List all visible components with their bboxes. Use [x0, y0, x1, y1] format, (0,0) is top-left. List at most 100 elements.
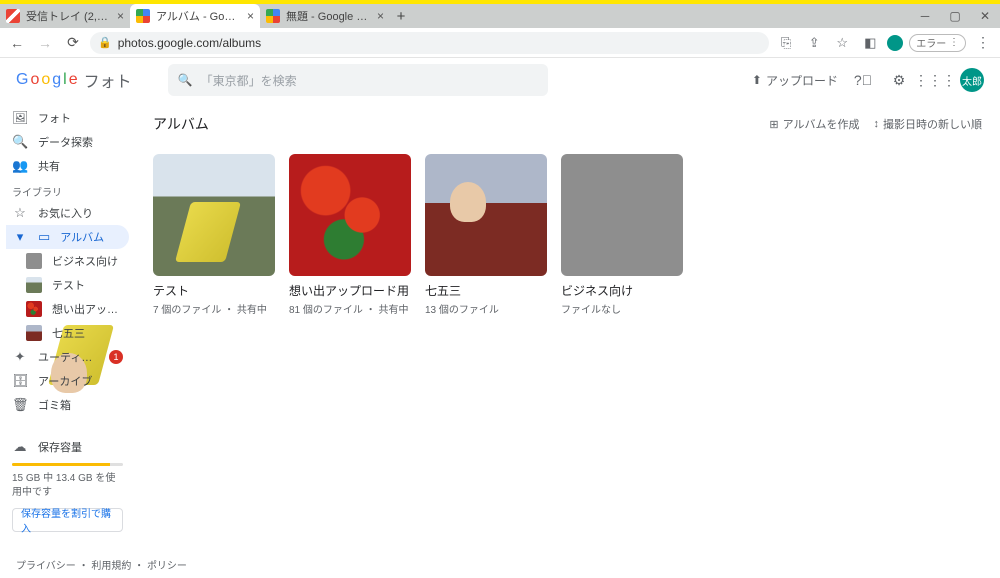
- notification-badge: 1: [109, 350, 123, 364]
- star-icon: ☆: [12, 205, 28, 221]
- main-header: アルバム ⊞ アルバムを作成 ↕ 撮影日時の新しい順: [153, 108, 982, 140]
- google-photos-icon: [266, 9, 280, 23]
- close-icon[interactable]: ×: [377, 9, 384, 23]
- install-icon[interactable]: ⎘: [775, 32, 797, 54]
- browser-menu-button[interactable]: ⋮: [972, 32, 994, 54]
- sidebar-item-sharing[interactable]: 👥 共有: [6, 154, 129, 178]
- browser-tab[interactable]: 無題 - Google フォト ×: [260, 4, 390, 28]
- sidebar-item-archive[interactable]: 🗄 アーカイブ: [6, 369, 129, 393]
- privacy-link[interactable]: プライバシー: [16, 561, 76, 572]
- sort-label: 撮影日時の新しい順: [883, 116, 982, 132]
- new-tab-button[interactable]: +: [390, 8, 412, 25]
- sidebar-item-label: 保存容量: [38, 439, 123, 455]
- album-title: テスト: [153, 282, 275, 299]
- sidebar-item-photos[interactable]: 🖼 フォト: [6, 106, 129, 130]
- policy-link[interactable]: ポリシー: [147, 561, 187, 572]
- album-thumb-icon: [26, 277, 42, 293]
- sidebar-item-label: アルバム: [60, 229, 123, 245]
- cloud-icon: ☁: [12, 439, 28, 455]
- people-icon: 👥: [12, 158, 28, 174]
- maximize-button[interactable]: ▢: [940, 4, 970, 28]
- sidebar-album-child[interactable]: テスト: [6, 273, 129, 297]
- app-header: Google フォト 🔍 「東京都」を検索 ⬆ アップロード ?⃝ ⚙ ⋮⋮⋮ …: [0, 58, 1000, 102]
- search-input[interactable]: 🔍 「東京都」を検索: [168, 64, 548, 96]
- close-icon[interactable]: ×: [247, 9, 254, 23]
- album-card[interactable]: ビジネス向け ファイルなし: [561, 154, 683, 316]
- footer-links: プライバシー ・ 利用規約 ・ ポリシー: [16, 557, 187, 572]
- sidebar-item-label: 共有: [38, 158, 123, 174]
- sidebar-item-label: ゴミ箱: [38, 397, 123, 413]
- google-photos-icon: [136, 9, 150, 23]
- album-title: 七五三: [425, 282, 547, 299]
- trash-icon: 🗑: [12, 397, 28, 413]
- upload-button[interactable]: ⬆ アップロード: [752, 72, 838, 89]
- settings-icon[interactable]: ⚙: [888, 69, 910, 91]
- album-thumbnail: [153, 154, 275, 276]
- sidebar-item-albums[interactable]: ▾ ▭ アルバム: [6, 225, 129, 249]
- sidebar-item-label: フォト: [38, 110, 123, 126]
- album-meta: 81 個のファイル ・ 共有中: [289, 301, 411, 316]
- chevron-down-icon: ▾: [12, 229, 28, 245]
- buy-storage-button[interactable]: 保存容量を割引で購入: [12, 508, 123, 532]
- reload-button[interactable]: ⟳: [62, 32, 84, 54]
- forward-button[interactable]: →: [34, 32, 56, 54]
- close-icon[interactable]: ×: [117, 9, 124, 23]
- bookmark-icon[interactable]: ☆: [831, 32, 853, 54]
- back-button[interactable]: ←: [6, 32, 28, 54]
- upload-icon: ⬆: [752, 73, 762, 87]
- sidebar-item-label: お気に入り: [38, 205, 123, 221]
- tab-title: 受信トレイ (2,364) - メール: [26, 8, 111, 24]
- sidebar-album-child[interactable]: 七五三: [6, 321, 129, 345]
- minimize-button[interactable]: ─: [910, 4, 940, 28]
- plus-icon: ⊞: [769, 118, 778, 131]
- error-indicator[interactable]: エラー ⋮: [909, 34, 966, 52]
- album-meta: ファイルなし: [561, 301, 683, 316]
- profile-avatar-small[interactable]: [887, 35, 903, 51]
- sidebar-album-child[interactable]: 想い出アップロ…: [6, 297, 129, 321]
- sidebar-item-trash[interactable]: 🗑 ゴミ箱: [6, 393, 129, 417]
- album-card[interactable]: 七五三 13 個のファイル: [425, 154, 547, 316]
- terms-link[interactable]: 利用規約: [91, 561, 131, 572]
- sidebar-item-favorites[interactable]: ☆ お気に入り: [6, 201, 129, 225]
- sidebar-item-label: アーカイブ: [38, 373, 123, 389]
- account-avatar[interactable]: 太郎: [960, 68, 984, 92]
- sidebar-item-label: ユーティリティ: [38, 349, 99, 365]
- sidebar-item-storage[interactable]: ☁ 保存容量: [12, 435, 123, 459]
- google-photos-logo[interactable]: Google フォト: [16, 68, 132, 92]
- browser-address-bar: ← → ⟳ 🔒 photos.google.com/albums ⎘ ⇪ ☆ ◧…: [0, 28, 1000, 58]
- apps-grid-icon[interactable]: ⋮⋮⋮: [924, 69, 946, 91]
- browser-tab[interactable]: アルバム - Google フォト ×: [130, 4, 260, 28]
- photo-icon: 🖼: [12, 110, 28, 126]
- album-card[interactable]: テスト 7 個のファイル ・ 共有中: [153, 154, 275, 316]
- url-field[interactable]: 🔒 photos.google.com/albums: [90, 32, 769, 54]
- help-icon[interactable]: ?⃝: [852, 69, 874, 91]
- create-album-label: アルバムを作成: [783, 116, 860, 132]
- search-placeholder: 「東京都」を検索: [201, 72, 297, 89]
- upload-label: アップロード: [766, 72, 838, 89]
- sidebar-item-label: ビジネス向け: [52, 253, 123, 269]
- page-title: アルバム: [153, 114, 209, 134]
- window-controls: ─ ▢ ✕: [910, 4, 1000, 28]
- close-window-button[interactable]: ✕: [970, 4, 1000, 28]
- url-text: photos.google.com/albums: [118, 36, 261, 50]
- album-thumb-icon: [26, 253, 42, 269]
- sidebar-album-child[interactable]: ビジネス向け: [6, 249, 129, 273]
- sort-button[interactable]: ↕ 撮影日時の新しい順: [874, 116, 983, 132]
- utilities-icon: ✦: [12, 349, 28, 365]
- album-thumbnail: [561, 154, 683, 276]
- album-icon: ▭: [38, 229, 50, 245]
- album-meta: 7 個のファイル ・ 共有中: [153, 301, 275, 316]
- album-thumb-icon: [26, 325, 42, 341]
- sidebar: 🖼 フォト 🔍 データ探索 👥 共有 ライブラリ ☆ お気に入り ▾ ▭ アルバ…: [0, 102, 135, 578]
- browser-tab[interactable]: 受信トレイ (2,364) - メール ×: [0, 4, 130, 28]
- sidebar-item-explore[interactable]: 🔍 データ探索: [6, 130, 129, 154]
- extensions-icon[interactable]: ◧: [859, 32, 881, 54]
- sidebar-item-label: データ探索: [38, 134, 123, 150]
- album-card[interactable]: 想い出アップロード用 81 個のファイル ・ 共有中: [289, 154, 411, 316]
- archive-icon: 🗄: [12, 373, 28, 389]
- tab-title: アルバム - Google フォト: [156, 8, 241, 24]
- storage-usage-text: 15 GB 中 13.4 GB を使用中です: [12, 472, 123, 500]
- sidebar-item-utilities[interactable]: ✦ ユーティリティ 1: [6, 345, 129, 369]
- create-album-button[interactable]: ⊞ アルバムを作成: [769, 116, 859, 132]
- share-icon[interactable]: ⇪: [803, 32, 825, 54]
